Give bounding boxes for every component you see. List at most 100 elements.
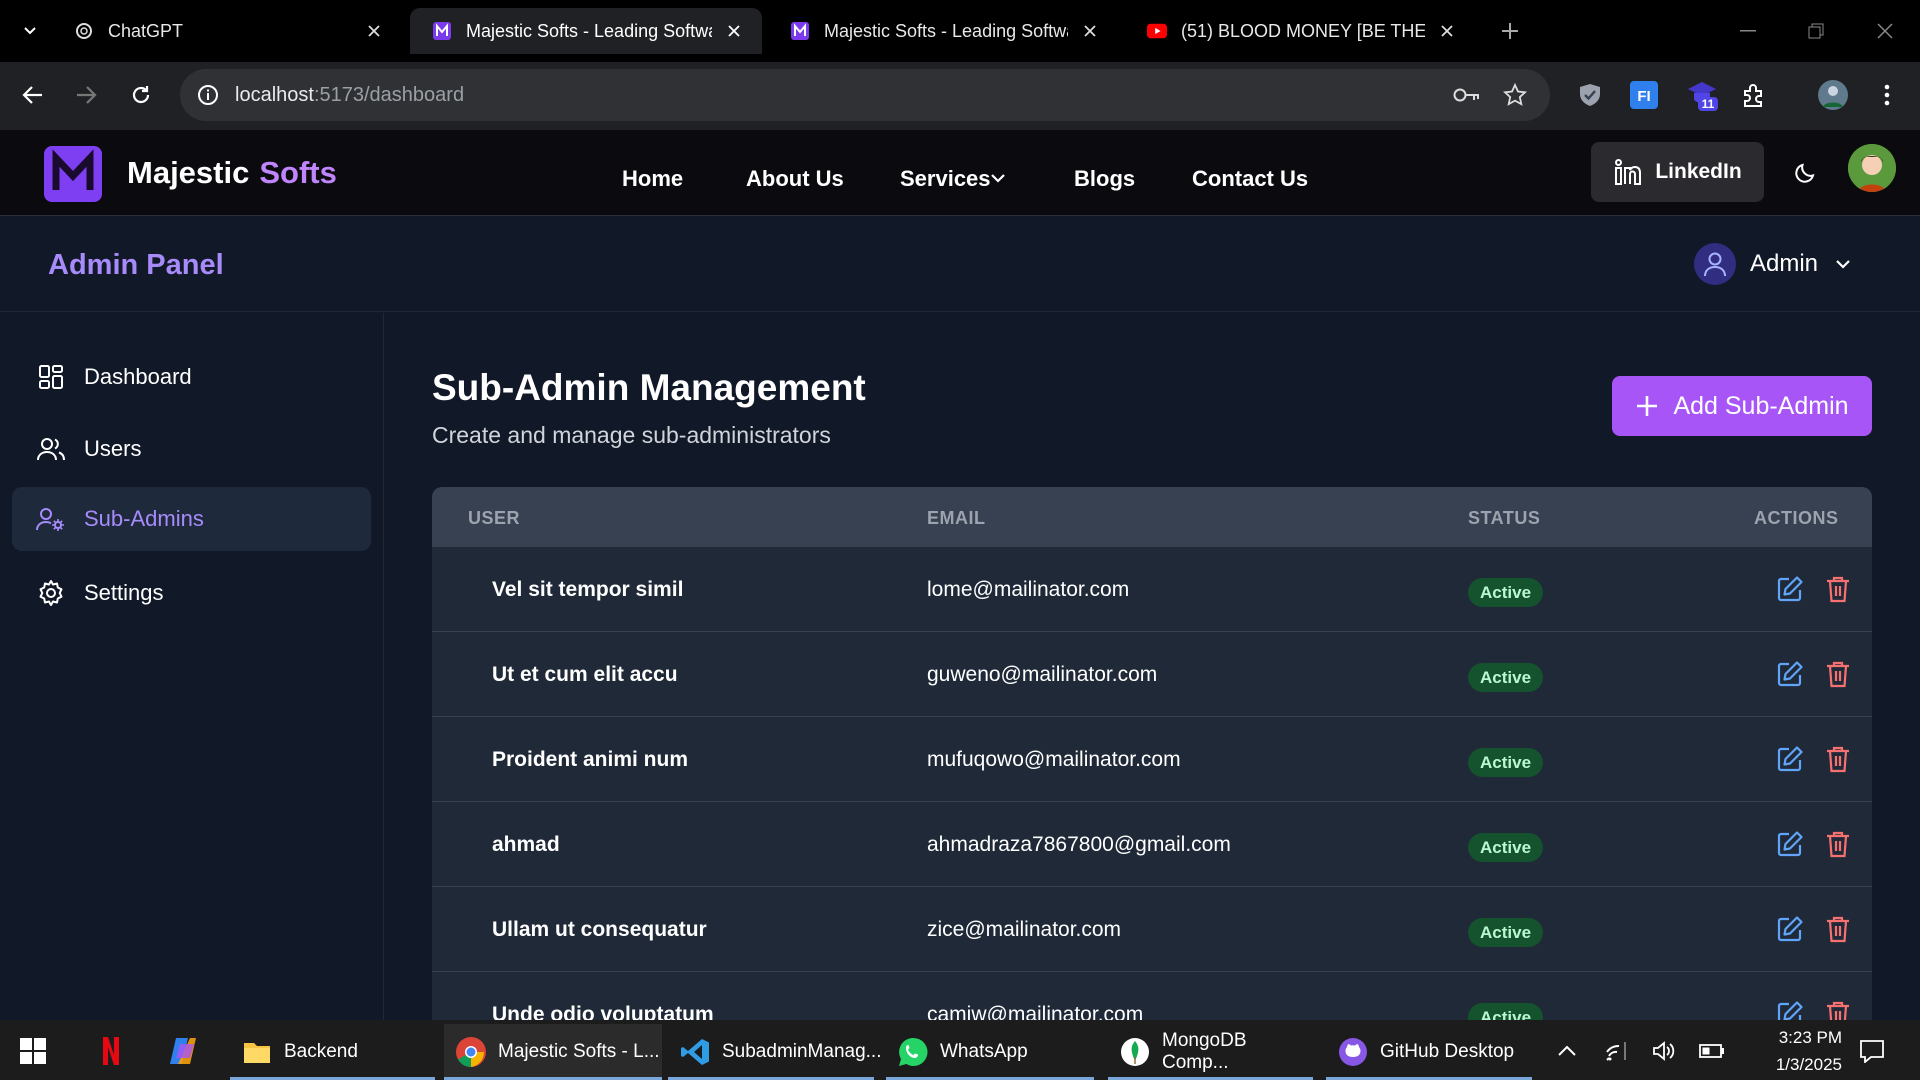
user-avatar[interactable]: [1848, 144, 1896, 192]
minimize-icon[interactable]: [1735, 18, 1761, 44]
sidebar-item-label: Sub-Admins: [84, 506, 204, 531]
cell-user-name: Vel sit tempor simil: [492, 578, 684, 601]
table-row: Ut et cum elit accu guweno@mailinator.co…: [432, 632, 1872, 717]
linkedin-button[interactable]: LinkedIn: [1591, 142, 1764, 202]
cell-email: camiw@mailinator.com: [927, 1003, 1144, 1020]
chrome-icon: [454, 1035, 488, 1069]
tab-title: Majestic Softs - Leading Software: [466, 20, 712, 41]
close-tab-icon[interactable]: [1437, 21, 1457, 41]
table-row: Vel sit tempor simil lome@mailinator.com…: [432, 547, 1872, 632]
brand-name[interactable]: Majestic Softs: [127, 155, 337, 191]
tray-overflow-chevron-icon[interactable]: [1553, 1037, 1581, 1065]
browser-tab-chatgpt[interactable]: ChatGPT: [52, 8, 402, 54]
edit-icon[interactable]: [1775, 829, 1805, 859]
taskbar-app-backend[interactable]: Backend: [230, 1024, 435, 1080]
add-sub-admin-button[interactable]: Add Sub-Admin: [1612, 376, 1872, 436]
chevron-down-icon[interactable]: [990, 170, 1006, 186]
sidebar-item-sub-admins[interactable]: Sub-Admins: [12, 487, 371, 551]
browser-tab-majestic-active[interactable]: Majestic Softs - Leading Software: [410, 8, 762, 54]
brand-first: Majestic: [127, 155, 250, 190]
edit-icon[interactable]: [1775, 999, 1805, 1020]
column-header-user: USER: [468, 508, 521, 528]
gear-icon: [36, 578, 66, 608]
delete-trash-icon[interactable]: [1823, 914, 1853, 944]
wifi-icon[interactable]: [1603, 1037, 1631, 1065]
graduation-cap-extension-icon[interactable]: 11: [1685, 78, 1719, 112]
taskbar-app-label: WhatsApp: [940, 1041, 1028, 1062]
password-key-icon[interactable]: [1452, 80, 1482, 110]
delete-trash-icon[interactable]: [1823, 999, 1853, 1020]
taskbar-clock[interactable]: 3:23 PM 1/3/2025: [1752, 1024, 1842, 1078]
cell-user-name: Ullam ut consequatur: [492, 918, 707, 941]
folder-icon: [240, 1035, 274, 1069]
netflix-icon[interactable]: [94, 1034, 128, 1068]
close-tab-icon[interactable]: [724, 21, 744, 41]
restore-icon[interactable]: [1803, 18, 1829, 44]
sidebar-item-label: Dashboard: [84, 364, 192, 389]
new-tab-plus-icon[interactable]: [1497, 18, 1523, 44]
tab-search-chevron-icon[interactable]: [18, 18, 42, 42]
shield-extension-icon[interactable]: [1573, 78, 1607, 112]
edit-icon[interactable]: [1775, 744, 1805, 774]
admin-user-menu[interactable]: Admin: [1694, 242, 1852, 286]
cell-email: ahmadraza7867800@gmail.com: [927, 833, 1231, 856]
windows-start-icon[interactable]: [20, 1038, 46, 1064]
edit-icon[interactable]: [1775, 914, 1805, 944]
speaker-icon[interactable]: [1650, 1037, 1678, 1065]
taskbar-app-vscode[interactable]: SubadminManag...: [668, 1024, 882, 1080]
majestic-icon: [432, 21, 452, 41]
taskbar-app-label: MongoDB Comp...: [1162, 1030, 1247, 1073]
reload-icon[interactable]: [126, 80, 156, 110]
sidebar-item-settings[interactable]: Settings: [12, 561, 371, 625]
close-tab-icon[interactable]: [1080, 21, 1100, 41]
fi-extension-icon[interactable]: FI: [1627, 78, 1661, 112]
edit-icon[interactable]: [1775, 659, 1805, 689]
taskbar-app-chrome[interactable]: Majestic Softs - L...: [444, 1024, 662, 1080]
majestic-logo-icon[interactable]: [44, 146, 102, 202]
sidebar-item-dashboard[interactable]: Dashboard: [12, 345, 371, 409]
youtube-icon: [1147, 21, 1167, 41]
status-badge: Active: [1468, 833, 1544, 862]
chevron-down-icon: [1834, 255, 1852, 273]
users-icon: [36, 434, 66, 464]
column-header-email: EMAIL: [927, 508, 986, 528]
plus-icon: [1635, 394, 1659, 418]
column-header-status: STATUS: [1468, 508, 1541, 528]
moon-icon[interactable]: [1790, 158, 1820, 188]
delete-trash-icon[interactable]: [1823, 574, 1853, 604]
delete-trash-icon[interactable]: [1823, 829, 1853, 859]
delete-trash-icon[interactable]: [1823, 659, 1853, 689]
extensions-puzzle-icon[interactable]: [1737, 78, 1771, 112]
close-window-icon[interactable]: [1872, 18, 1898, 44]
browser-tab-majestic[interactable]: Majestic Softs - Leading Software: [768, 8, 1118, 54]
taskbar-app-github-desktop[interactable]: GitHub Desktop: [1326, 1024, 1532, 1080]
site-info-icon[interactable]: [195, 82, 221, 108]
nav-home[interactable]: Home: [622, 165, 683, 193]
cell-email: guweno@mailinator.com: [927, 663, 1158, 686]
nav-blogs[interactable]: Blogs: [1074, 165, 1135, 193]
tab-title: Majestic Softs - Leading Software: [824, 20, 1068, 41]
taskbar-app-whatsapp[interactable]: WhatsApp: [886, 1024, 1094, 1080]
address-url[interactable]: localhost:5173/dashboard: [235, 82, 464, 108]
notifications-chat-icon[interactable]: [1858, 1037, 1886, 1065]
taskbar-app-mongodb[interactable]: MongoDB Comp...: [1108, 1024, 1313, 1080]
edit-icon[interactable]: [1775, 574, 1805, 604]
nav-services[interactable]: Services: [900, 165, 991, 193]
sidebar-item-users[interactable]: Users: [12, 417, 371, 481]
bookmark-star-icon[interactable]: [1500, 80, 1530, 110]
nav-contact-us[interactable]: Contact Us: [1192, 165, 1308, 193]
admin-panel-header: [0, 217, 1920, 312]
copilot-icon[interactable]: [166, 1034, 200, 1068]
column-header-actions: ACTIONS: [1754, 508, 1839, 528]
nav-about-us[interactable]: About Us: [746, 165, 844, 193]
battery-icon[interactable]: [1698, 1037, 1726, 1065]
profile-avatar-icon[interactable]: [1816, 78, 1850, 112]
delete-trash-icon[interactable]: [1823, 744, 1853, 774]
close-tab-icon[interactable]: [364, 21, 384, 41]
table-row: Unde odio voluptatum camiw@mailinator.co…: [432, 972, 1872, 1020]
back-arrow-icon[interactable]: [18, 80, 48, 110]
browser-tab-youtube[interactable]: (51) BLOOD MONEY [BE THE CH: [1125, 8, 1475, 54]
forward-arrow-icon[interactable]: [71, 80, 101, 110]
browser-menu-dots-icon[interactable]: [1870, 78, 1904, 112]
mongodb-leaf-icon: [1118, 1035, 1152, 1069]
